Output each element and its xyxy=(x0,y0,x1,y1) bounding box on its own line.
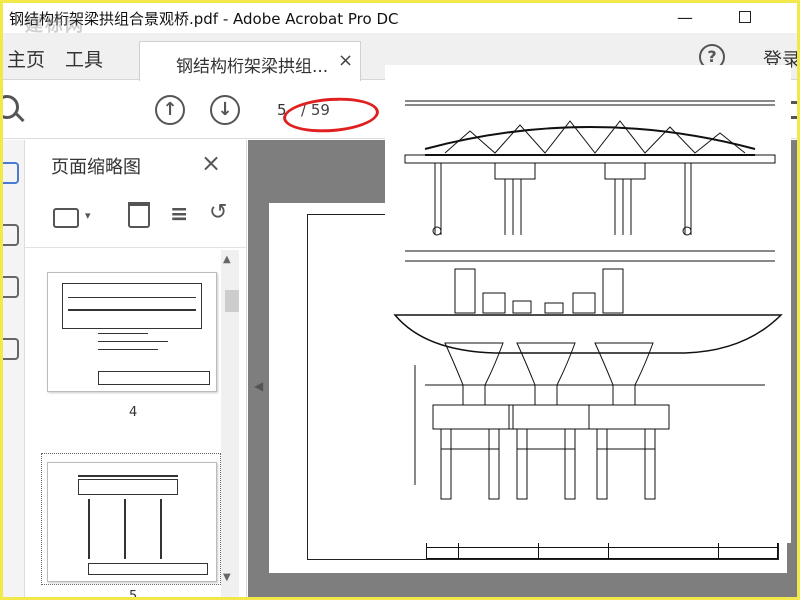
layers-icon[interactable] xyxy=(3,338,19,360)
attachments-icon[interactable] xyxy=(3,276,19,298)
maximize-icon xyxy=(739,11,751,23)
close-panel-icon[interactable]: × xyxy=(201,149,221,177)
close-tab-icon[interactable]: × xyxy=(338,50,353,71)
thumbnail-line xyxy=(98,341,168,342)
rotate-page-icon[interactable]: ↺ xyxy=(209,200,227,225)
collapse-panel-icon[interactable]: ◀ xyxy=(254,379,263,393)
thumbnail-drawing xyxy=(78,479,178,495)
page-thumbnail[interactable] xyxy=(47,462,217,582)
page-thumbnails-icon[interactable] xyxy=(3,162,19,184)
options-icon[interactable] xyxy=(53,208,79,228)
previous-page-button[interactable]: ↑ xyxy=(155,95,185,125)
document-background-strip xyxy=(248,583,797,597)
thumbnail-title-block xyxy=(98,371,210,385)
page-thumbnail[interactable] xyxy=(47,272,217,392)
thumbnail-line xyxy=(98,333,148,334)
thumbnail-title-block xyxy=(88,563,208,575)
thumbnail-line xyxy=(88,499,90,559)
thumbnail-line xyxy=(68,309,196,311)
panel-toolbar: ▾ ≡ ↺ xyxy=(25,188,246,248)
thumbnail-page-number: 5 xyxy=(129,589,138,600)
scrollbar-thumb[interactable] xyxy=(225,290,239,312)
page-thumbnails-panel: 页面缩略图 × ▾ ≡ ↺ ▲ ▼ 4 5 xyxy=(25,140,247,600)
thumbnail-line xyxy=(160,499,162,559)
panel-title: 页面缩略图 xyxy=(51,157,141,178)
bridge-drawing-image xyxy=(385,65,791,543)
scroll-up-icon[interactable]: ▲ xyxy=(223,254,231,265)
maximize-button[interactable] xyxy=(725,5,765,31)
acrobat-window: 钢结构桁架梁拱组合景观桥.pdf - Adobe Acrobat Pro DC … xyxy=(0,0,800,600)
minimize-button[interactable]: — xyxy=(665,5,705,31)
left-navigation-rail xyxy=(3,140,25,597)
thumbnail-drawing xyxy=(62,283,202,329)
delete-page-icon[interactable] xyxy=(128,202,150,228)
title-block-line xyxy=(426,547,778,548)
home-tab[interactable]: 主页 xyxy=(7,45,45,72)
thumbnail-line xyxy=(98,349,158,350)
search-icon[interactable] xyxy=(3,95,19,119)
chevron-down-icon[interactable]: ▾ xyxy=(85,209,91,222)
thumbnail-line xyxy=(78,475,178,477)
insert-pages-icon[interactable]: ≡ xyxy=(170,202,188,227)
next-page-button[interactable]: ↓ xyxy=(210,95,240,125)
bridge-drawing-svg xyxy=(393,100,783,500)
document-tab[interactable]: 钢结构桁架梁拱组... × xyxy=(139,41,361,81)
tools-tab[interactable]: 工具 xyxy=(65,45,103,72)
thumbnail-page-number: 4 xyxy=(129,405,138,420)
thumbnail-line xyxy=(68,297,196,298)
title-bar: 钢结构桁架梁拱组合景观桥.pdf - Adobe Acrobat Pro DC … xyxy=(3,3,797,36)
document-tab-label: 钢结构桁架梁拱组... xyxy=(176,57,329,77)
thumbnail-line xyxy=(124,499,126,559)
scroll-down-icon[interactable]: ▼ xyxy=(223,572,231,583)
bookmarks-icon[interactable] xyxy=(3,224,19,246)
